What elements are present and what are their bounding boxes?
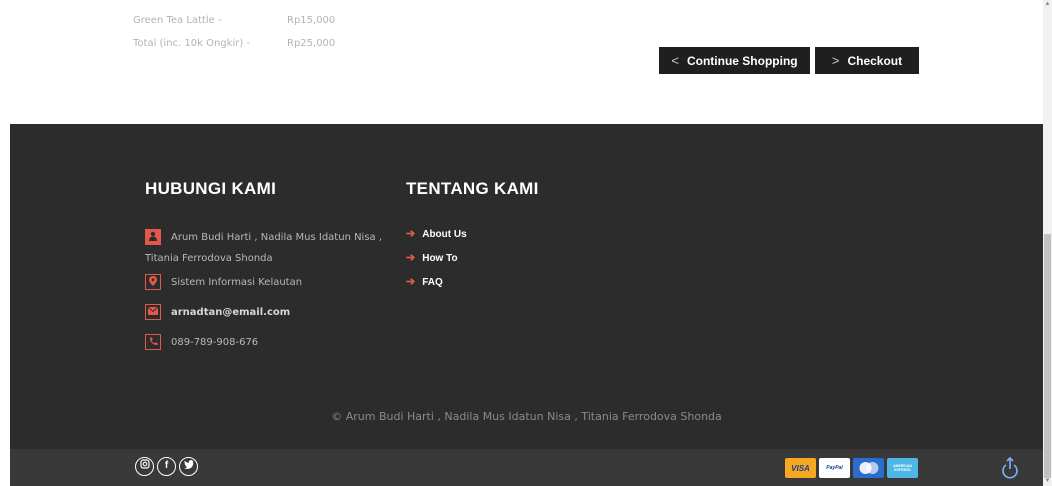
footer-link-about-us[interactable]: ➔ About Us [406, 227, 467, 240]
checkout-button[interactable]: > Checkout [815, 47, 919, 74]
twitter-icon[interactable] [179, 457, 198, 476]
phone-icon [145, 334, 161, 350]
summary-row-value: Rp15,000 [287, 15, 336, 26]
continue-shopping-button[interactable]: < Continue Shopping [659, 47, 810, 74]
order-summary: Green Tea Lattle - Rp15,000 Total (inc. 1… [0, 0, 1043, 124]
user-icon [145, 229, 161, 245]
summary-row-item: Green Tea Lattle - Rp15,000 [133, 15, 335, 26]
contact-names: Arum Budi Harti , Nadila Mus Idatun Nisa… [145, 227, 382, 269]
contact-place-text: Sistem Informasi Kelautan [171, 277, 303, 288]
contact-title: HUBUNGI KAMI [145, 179, 277, 198]
mastercard-icon [853, 458, 884, 478]
amex-icon: AMERICAN EXPRESS [887, 458, 918, 478]
site-footer: HUBUNGI KAMI TENTANG KAMI Arum Budi Hart… [10, 124, 1043, 449]
page-scrollbar[interactable]: ▲ ▼ [1043, 0, 1052, 486]
arrow-right-icon: ➔ [406, 228, 416, 240]
mail-icon [145, 304, 161, 320]
contact-email: arnadtan@email.com [145, 302, 290, 323]
scroll-up-arrow-icon[interactable]: ▲ [1044, 1, 1051, 7]
about-title: TENTANG KAMI [406, 179, 539, 198]
footer-link-label: FAQ [422, 277, 443, 288]
map-pin-icon [145, 274, 161, 290]
page: Green Tea Lattle - Rp15,000 Total (inc. 1… [0, 0, 1043, 486]
summary-row-value: Rp25,000 [287, 38, 336, 49]
summary-row-total: Total (inc. 10k Ongkir) - Rp25,000 [133, 38, 335, 49]
footer-link-faq[interactable]: ➔ FAQ [406, 275, 443, 288]
visa-icon: VISA [785, 458, 816, 478]
scroll-down-arrow-icon[interactable]: ▼ [1044, 478, 1051, 484]
contact-place: Sistem Informasi Kelautan [145, 272, 302, 293]
instagram-icon[interactable] [135, 457, 154, 476]
bottom-bar: f VISA PayPal AMERICAN EXPRESS [10, 449, 1043, 486]
footer-link-how-to[interactable]: ➔ How To [406, 251, 458, 264]
paypal-icon: PayPal [819, 458, 850, 478]
chevron-right-icon: > [831, 53, 840, 68]
contact-phone: 089-789-908-676 [145, 332, 258, 353]
footer-link-label: About Us [422, 229, 467, 240]
contact-names-line2: Titania Ferrodova Shonda [145, 253, 273, 264]
contact-names-line1: Arum Budi Harti , Nadila Mus Idatun Nisa… [171, 232, 383, 243]
continue-shopping-label: Continue Shopping [686, 53, 798, 68]
arrow-right-icon: ➔ [406, 252, 416, 264]
scrollbar-thumb[interactable] [1044, 234, 1051, 478]
summary-row-label: Total (inc. 10k Ongkir) - [133, 38, 251, 49]
scroll-to-top-icon[interactable] [999, 456, 1021, 480]
footer-link-label: How To [422, 253, 458, 264]
chevron-left-icon: < [671, 53, 679, 68]
facebook-icon[interactable]: f [157, 457, 176, 476]
checkout-label: Checkout [847, 53, 903, 68]
contact-email-text[interactable]: arnadtan@email.com [171, 307, 290, 318]
summary-row-label: Green Tea Lattle - [133, 15, 222, 26]
arrow-right-icon: ➔ [406, 276, 416, 288]
contact-phone-text: 089-789-908-676 [171, 337, 259, 348]
copyright-text: © Arum Budi Harti , Nadila Mus Idatun Ni… [331, 410, 722, 423]
